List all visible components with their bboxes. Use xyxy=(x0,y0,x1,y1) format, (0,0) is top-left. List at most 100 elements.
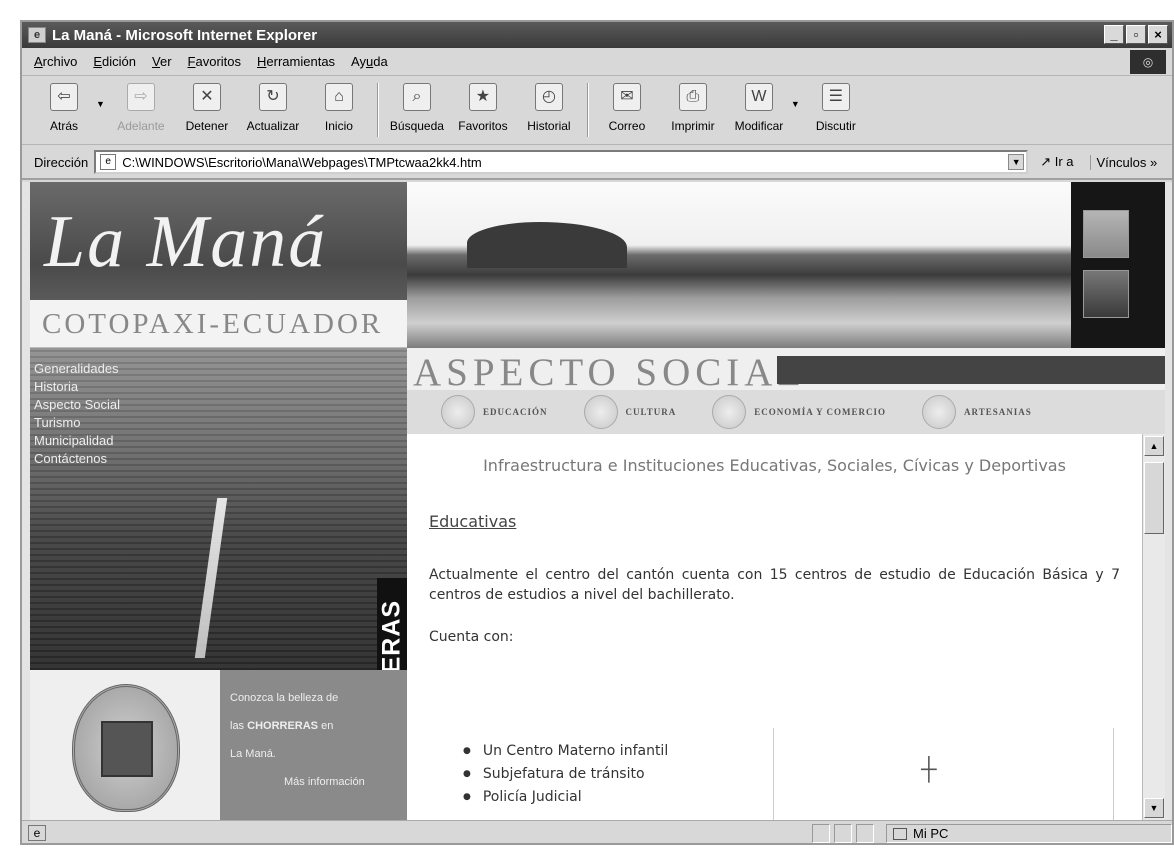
status-bar: e Mi PC xyxy=(22,820,1172,843)
cross-icon: ┼ xyxy=(921,756,937,781)
mail-icon: ✉ xyxy=(612,83,641,111)
content-scrollbar[interactable]: ▲ ▼ xyxy=(1142,434,1165,820)
more-info-link[interactable]: Más información xyxy=(230,768,397,796)
refresh-icon: ↻ xyxy=(258,83,287,111)
content-frame: Infraestructura e Instituciones Educativ… xyxy=(407,434,1142,820)
site-nav: Generalidades Historia Aspecto Social Tu… xyxy=(34,360,120,468)
history-button[interactable]: ◴ Historial xyxy=(521,77,577,133)
subnav-artesanias[interactable]: ARTESANIAS xyxy=(922,395,1032,429)
waterfall-photo: Generalidades Historia Aspecto Social Tu… xyxy=(30,348,407,792)
nav-municipalidad[interactable]: Municipalidad xyxy=(34,432,120,450)
address-dropdown-icon[interactable]: ▼ xyxy=(1008,154,1025,170)
thumbnail-strip xyxy=(1071,182,1165,348)
stop-button[interactable]: ✕ Detener xyxy=(179,77,235,133)
thumbnail-image[interactable] xyxy=(1083,210,1129,258)
waterfall-shape xyxy=(194,498,228,658)
section-subnav: EDUCACIÓN CULTURA ECONOMÍA Y COMERCIO AR… xyxy=(407,390,1165,434)
forward-arrow-icon: ⇨ xyxy=(126,83,155,111)
scroll-up-button[interactable]: ▲ xyxy=(1144,436,1164,456)
page-icon: e xyxy=(100,154,117,170)
menu-herramientas[interactable]: Herramientas xyxy=(257,54,335,69)
forward-button[interactable]: ⇨ Adelante xyxy=(113,77,169,133)
history-icon: ◴ xyxy=(534,83,563,111)
discuss-icon: ☰ xyxy=(821,83,850,111)
edit-button[interactable]: W Modificar xyxy=(731,77,787,133)
site-left-column: La Maná COTOPAXI-ECUADOR Generalidades H… xyxy=(30,182,407,820)
edit-dropdown-icon[interactable]: ▼ xyxy=(791,99,800,109)
word-edit-icon: W xyxy=(744,83,773,111)
medallion-icon xyxy=(922,395,957,429)
promo-box: Conozca la belleza de las CHORRERAS en L… xyxy=(220,670,407,820)
medallion-icon xyxy=(712,395,747,429)
coat-of-arms-icon xyxy=(72,684,180,812)
list-item: Policía Judicial xyxy=(463,786,668,809)
ie-throbber-icon: ◎ xyxy=(1130,50,1166,74)
home-button[interactable]: ⌂ Inicio xyxy=(311,77,367,133)
refresh-button[interactable]: ↻ Actualizar xyxy=(245,77,301,133)
nav-turismo[interactable]: Turismo xyxy=(34,414,120,432)
section-title-bar: ASPECTO SOCIAL xyxy=(407,348,1165,394)
nav-generalidades[interactable]: Generalidades xyxy=(34,360,120,378)
medallion-icon xyxy=(441,395,475,429)
back-button[interactable]: ⇦ Atrás xyxy=(36,77,92,133)
print-button[interactable]: ⎙ Imprimir xyxy=(665,77,721,133)
status-page-icon: e xyxy=(28,825,46,841)
status-pane xyxy=(812,824,830,843)
toolbar-separator xyxy=(376,83,379,137)
nav-aspecto-social[interactable]: Aspecto Social xyxy=(34,396,120,414)
seal-panel xyxy=(30,670,220,820)
back-arrow-icon: ⇦ xyxy=(50,83,78,111)
printer-icon: ⎙ xyxy=(678,83,707,111)
minimize-button[interactable]: _ xyxy=(1104,25,1124,44)
facilities-list: Un Centro Materno infantil Subjefatura d… xyxy=(463,740,668,809)
title-bar: e La Maná - Microsoft Internet Explorer … xyxy=(22,22,1172,48)
content-paragraph: Actualmente el centro del cantón cuenta … xyxy=(429,567,1120,603)
subnav-economia[interactable]: ECONOMÍA Y COMERCIO xyxy=(712,395,886,429)
maximize-button[interactable]: ▫ xyxy=(1126,25,1146,44)
section-title-band xyxy=(777,356,1165,384)
menu-archivo[interactable]: Archivo xyxy=(34,54,77,69)
facilities-table: Un Centro Materno infantil Subjefatura d… xyxy=(407,726,1142,820)
site-subtitle-bar: COTOPAXI-ECUADOR xyxy=(30,300,407,348)
menu-ayuda[interactable]: Ayuda xyxy=(351,54,388,69)
promo-line: La Maná. xyxy=(230,748,276,760)
menu-favoritos[interactable]: Favoritos xyxy=(188,54,241,69)
favorites-button[interactable]: ★ Favoritos xyxy=(455,77,511,133)
discuss-button[interactable]: ☰ Discutir xyxy=(808,77,864,133)
promo-line: Conozca la belleza de xyxy=(230,692,339,704)
menu-edicion[interactable]: Edición xyxy=(93,54,136,69)
menu-ver[interactable]: Ver xyxy=(152,54,172,69)
scroll-thumb[interactable] xyxy=(1144,462,1164,534)
window-controls: _ ▫ × xyxy=(1104,25,1168,44)
close-button[interactable]: × xyxy=(1148,25,1168,44)
security-zone: Mi PC xyxy=(886,824,1172,843)
go-button[interactable]: ↗ Ir a xyxy=(1040,154,1073,170)
content-intro: Cuenta con: xyxy=(429,629,514,645)
search-button[interactable]: ⌕ Búsqueda xyxy=(389,77,445,133)
table-divider xyxy=(773,728,774,820)
medallion-icon xyxy=(583,395,618,429)
subnav-educacion[interactable]: EDUCACIÓN xyxy=(441,395,548,429)
address-input[interactable]: e C:\WINDOWS\Escritorio\Mana\Webpages\TM… xyxy=(94,150,1029,174)
content-heading: Infraestructura e Instituciones Educativ… xyxy=(483,456,1066,475)
back-dropdown-icon[interactable]: ▼ xyxy=(96,99,105,109)
content-subheading: Educativas xyxy=(429,512,517,531)
go-arrow-icon: ↗ xyxy=(1040,154,1055,169)
section-title: ASPECTO SOCIAL xyxy=(413,351,807,394)
mail-button[interactable]: ✉ Correo xyxy=(599,77,655,133)
site-title: La Maná xyxy=(44,201,328,283)
thumbnail-image[interactable] xyxy=(1083,270,1129,318)
list-item: Un Centro Materno infantil xyxy=(463,740,668,763)
subnav-cultura[interactable]: CULTURA xyxy=(583,395,677,429)
home-icon: ⌂ xyxy=(324,83,353,111)
links-button[interactable]: Vínculos » xyxy=(1089,154,1157,170)
search-icon: ⌕ xyxy=(402,83,431,111)
stop-icon: ✕ xyxy=(192,83,221,111)
menu-bar: Archivo Edición Ver Favoritos Herramient… xyxy=(22,48,1172,76)
address-bar: Dirección e C:\WINDOWS\Escritorio\Mana\W… xyxy=(22,146,1172,180)
river-landscape-photo xyxy=(407,182,1071,348)
nav-contactenos[interactable]: Contáctenos xyxy=(34,450,120,468)
nav-historia[interactable]: Historia xyxy=(34,378,120,396)
scroll-down-button[interactable]: ▼ xyxy=(1144,798,1164,818)
list-item: Subjefatura de tránsito xyxy=(463,763,668,786)
